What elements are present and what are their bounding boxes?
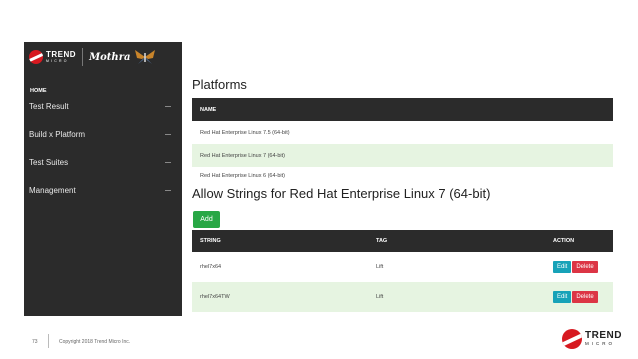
brand-bar: TREND MICRO Mothra (24, 42, 182, 72)
sidebar-item-management[interactable]: Management (29, 186, 177, 195)
collapse-icon (165, 134, 171, 135)
collapse-icon (165, 190, 171, 191)
sidebar-item-label: Management (29, 186, 76, 195)
platforms-table-header: NAME (192, 98, 613, 121)
sidebar-item-label: Test Suites (29, 158, 69, 167)
trend-micro-logo-icon (562, 329, 582, 349)
table-row: rhel7x64TW Lift Edit Delete (192, 282, 613, 312)
logo-main-text: TREND (585, 330, 622, 342)
sidebar-item-test-suites[interactable]: Test Suites (29, 158, 177, 167)
footer-trend-micro-logo: TREND MICRO (562, 329, 622, 349)
platform-name: Red Hat Enterprise Linux 7 (64-bit) (200, 152, 285, 159)
delete-button[interactable]: Delete (572, 261, 598, 273)
logo-sub-text: MICRO (46, 58, 69, 63)
moth-icon (135, 50, 156, 64)
page-number: 73 (32, 339, 38, 345)
trend-micro-logo: TREND MICRO (29, 50, 76, 64)
column-header-action: ACTION (553, 238, 575, 244)
platform-name: Red Hat Enterprise Linux 7.5 (64-bit) (200, 129, 290, 136)
allow-string-value: rhel7x64TW (200, 294, 230, 300)
allow-string-value: rhel7x64 (200, 264, 222, 270)
copyright-text: Copyright 2018 Trend Micro Inc. (59, 339, 131, 345)
platforms-title: Platforms (192, 77, 247, 92)
app-name: Mothra (89, 51, 131, 63)
delete-button[interactable]: Delete (572, 291, 598, 303)
platforms-table: NAME Red Hat Enterprise Linux 7.5 (64-bi… (192, 98, 613, 185)
nav-home[interactable]: HOME (30, 88, 47, 94)
sidebar: TREND MICRO Mothra HOME Test Result Buil… (24, 42, 182, 316)
footer-divider (48, 334, 49, 348)
table-row[interactable]: Red Hat Enterprise Linux 7.5 (64-bit) (192, 121, 613, 144)
edit-button[interactable]: Edit (553, 291, 572, 303)
sidebar-item-test-result[interactable]: Test Result (29, 102, 177, 111)
table-row[interactable]: Red Hat Enterprise Linux 7 (64-bit) (192, 144, 613, 167)
collapse-icon (165, 162, 171, 163)
table-row[interactable]: Red Hat Enterprise Linux 6 (64-bit) (192, 167, 613, 185)
logo-main-text: TREND (46, 49, 77, 59)
slide: TREND MICRO Mothra HOME Test Result Buil… (0, 0, 638, 359)
allow-strings-table: STRING TAG ACTION rhel7x64 Lift Edit Del… (192, 230, 613, 312)
allow-tag-value: Lift (376, 294, 384, 300)
collapse-icon (165, 106, 171, 107)
sidebar-item-build-x-platform[interactable]: Build x Platform (29, 130, 177, 139)
column-header-tag: TAG (376, 238, 388, 244)
allow-strings-table-header: STRING TAG ACTION (192, 230, 613, 252)
sidebar-item-label: Build x Platform (29, 130, 86, 139)
brand-divider (82, 48, 84, 66)
sidebar-item-label: Test Result (29, 102, 69, 111)
row-actions: Edit Delete (553, 261, 598, 273)
add-button[interactable]: Add (193, 211, 220, 228)
allow-tag-value: Lift (376, 264, 384, 270)
edit-button[interactable]: Edit (553, 261, 572, 273)
column-header-string: STRING (200, 238, 221, 244)
row-actions: Edit Delete (553, 291, 598, 303)
table-row: rhel7x64 Lift Edit Delete (192, 252, 613, 282)
allow-strings-title: Allow Strings for Red Hat Enterprise Lin… (192, 186, 491, 201)
trend-micro-logo-icon (29, 50, 43, 64)
column-header-name: NAME (200, 106, 217, 113)
logo-sub-text: MICRO (585, 341, 615, 347)
platform-name: Red Hat Enterprise Linux 6 (64-bit) (200, 173, 285, 179)
